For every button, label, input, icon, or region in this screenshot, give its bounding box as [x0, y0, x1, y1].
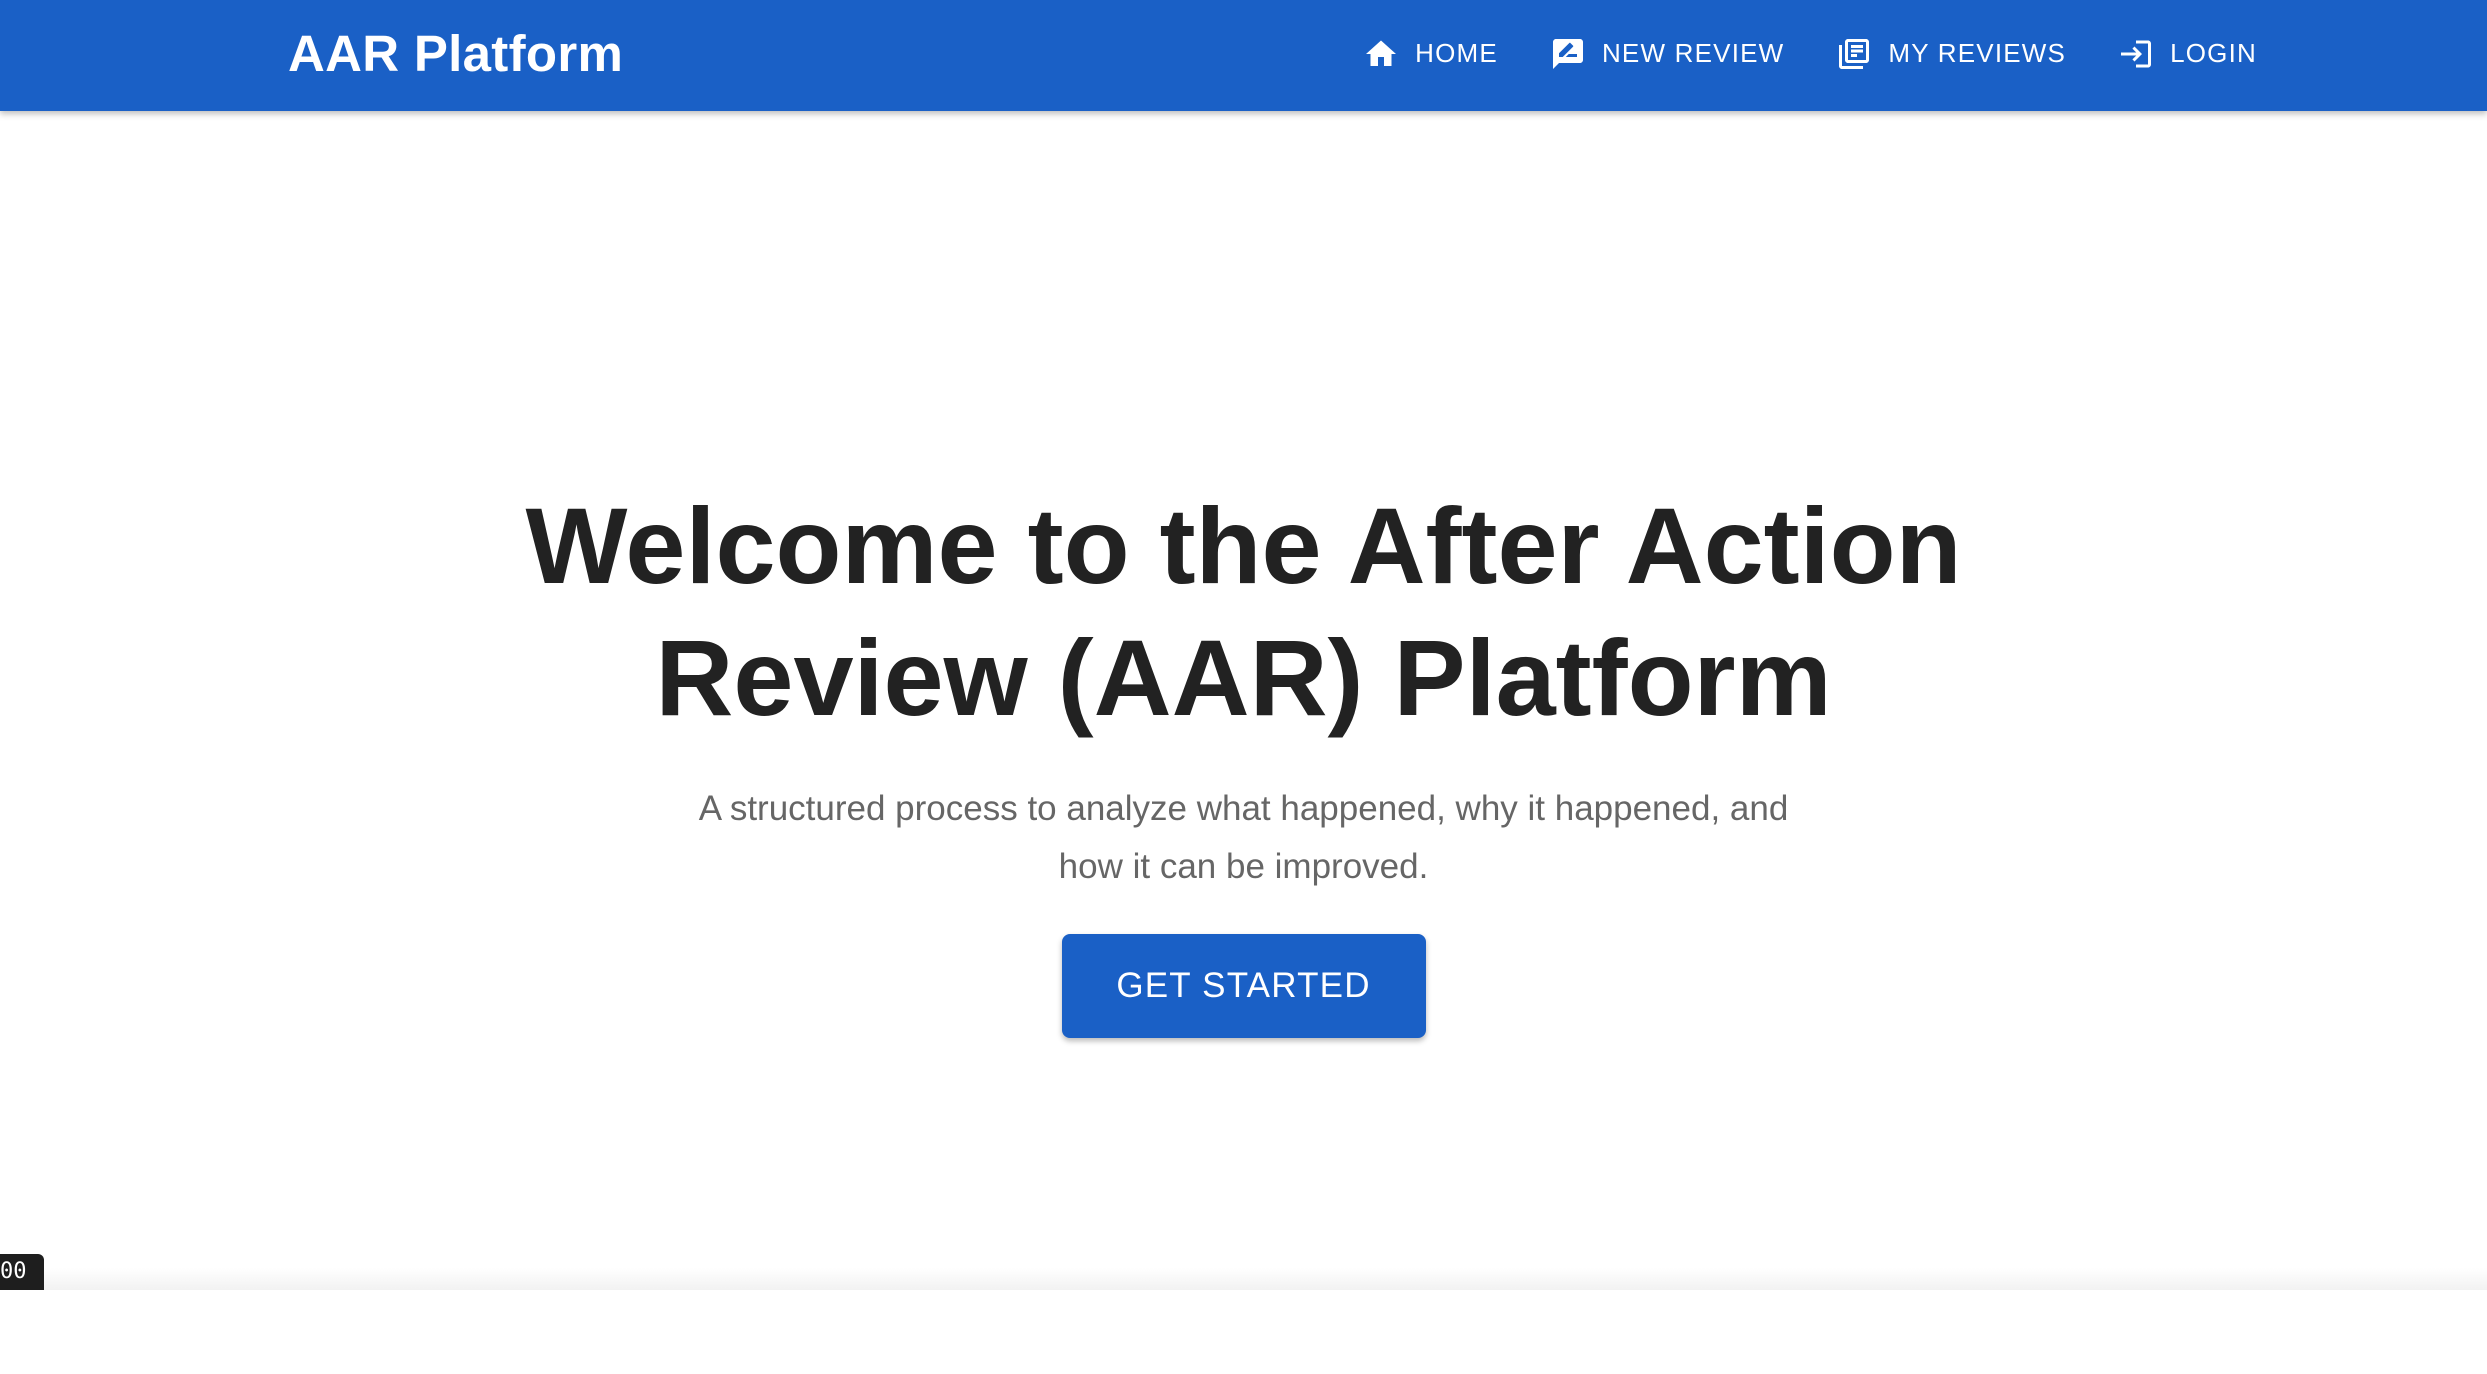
- main-nav: HOME NEW REVIEW MY REVIEWS LOGIN: [1363, 0, 2257, 107]
- nav-home-label: HOME: [1415, 38, 1498, 68]
- nav-login[interactable]: LOGIN: [2118, 36, 2257, 72]
- nav-new-review[interactable]: NEW REVIEW: [1550, 36, 1784, 72]
- login-icon: [2118, 36, 2154, 72]
- nav-new-review-label: NEW REVIEW: [1601, 38, 1785, 68]
- library-books-icon: [1836, 36, 1872, 72]
- app-bar: AAR Platform HOME NEW REVIEW MY REVIEWS …: [0, 0, 2487, 111]
- nav-my-reviews-label: MY REVIEWS: [1888, 38, 2067, 68]
- hero-subtitle: A structured process to analyze what hap…: [698, 789, 1789, 886]
- debug-badge: 00: [0, 1254, 44, 1290]
- nav-home[interactable]: HOME: [1363, 36, 1498, 72]
- hero-title: Welcome to the After Action Review (AAR)…: [525, 485, 1962, 738]
- footer-divider: [0, 1268, 2487, 1290]
- rate-review-icon: [1550, 36, 1586, 72]
- brand-title[interactable]: AAR Platform: [288, 0, 623, 107]
- nav-login-label: LOGIN: [2170, 38, 2257, 68]
- get-started-button[interactable]: GET STARTED: [1061, 934, 1426, 1038]
- hero-section: Welcome to the After Action Review (AAR)…: [0, 480, 2487, 1038]
- nav-my-reviews[interactable]: MY REVIEWS: [1836, 36, 2066, 72]
- home-icon: [1363, 36, 1399, 72]
- page-bottom: [0, 1290, 2487, 1374]
